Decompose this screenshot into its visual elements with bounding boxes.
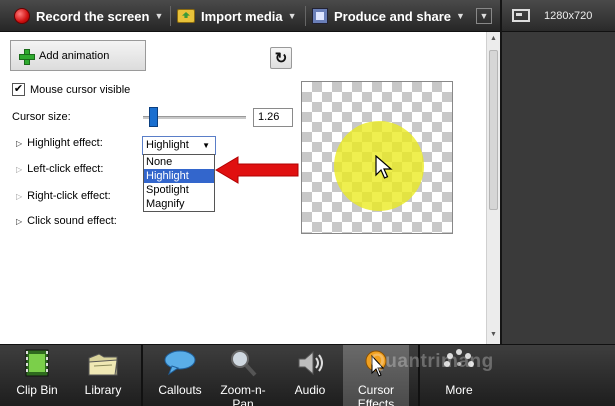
cursor-effects-panel: Add animation ↻ ✔ Mouse cursor visible C… <box>0 32 486 344</box>
magnifier-icon <box>231 350 257 377</box>
click-sound-effect-label: Click sound effect: <box>27 215 117 227</box>
chevron-down-icon: ▼ <box>287 11 297 21</box>
preview-side-panel: 1280x720 <box>500 0 615 344</box>
option-highlight[interactable]: Highlight <box>144 169 214 183</box>
film-icon <box>312 8 328 24</box>
zoom-label-line1: Zoom-n- <box>220 383 266 397</box>
tab-label: Callouts <box>158 383 202 397</box>
highlight-effect-dropdown[interactable]: Highlight ▼ <box>142 136 216 155</box>
scroll-down-icon[interactable]: ▼ <box>490 331 497 338</box>
produce-share-button[interactable]: Produce and share ▼ <box>312 0 465 32</box>
highlight-effect-options: None Highlight Spotlight Magnify <box>143 154 215 212</box>
mouse-cursor-visible-checkbox[interactable]: ✔ Mouse cursor visible <box>12 83 130 96</box>
import-media-button[interactable]: Import media ▼ <box>177 0 297 32</box>
bottom-tab-bar: Clip Bin Library Callouts Zoom-n- Pan Aud… <box>0 344 615 406</box>
zoom-label-line2: Pan <box>232 397 254 406</box>
option-none[interactable]: None <box>144 155 214 169</box>
tab-label: More <box>445 383 473 397</box>
vertical-scrollbar[interactable]: ▲ ▼ <box>486 32 500 344</box>
highlight-effect-row[interactable]: ▷ Highlight effect: <box>16 137 103 149</box>
green-plus-icon <box>19 48 35 65</box>
cursor-size-label: Cursor size: <box>12 111 71 123</box>
tab-library[interactable]: Library <box>72 345 134 406</box>
cursor-label-line1: Cursor <box>357 383 394 397</box>
expand-triangle-icon[interactable]: ▷ <box>16 192 22 201</box>
option-spotlight[interactable]: Spotlight <box>144 183 214 197</box>
toolbar-divider <box>170 6 171 26</box>
watermark-text: Quantrimang <box>370 351 494 372</box>
clip-bin-icon <box>25 349 49 377</box>
scrollbar-thumb[interactable] <box>489 50 498 210</box>
reset-arrow-icon: ↻ <box>274 50 288 67</box>
tab-label: Zoom-n- Pan <box>212 383 274 406</box>
tab-callouts[interactable]: Callouts <box>149 345 211 406</box>
speaker-icon <box>298 350 323 376</box>
resolution-label: 1280x720 <box>544 9 593 22</box>
screen-resolution-icon <box>512 9 530 22</box>
tab-label: Library <box>84 383 122 397</box>
toolbar-divider <box>305 6 306 26</box>
library-icon <box>88 353 118 376</box>
tab-label: Cursor Effects <box>343 383 409 406</box>
highlight-effect-value: Highlight <box>146 139 189 151</box>
red-pointer-arrow-icon <box>215 156 299 184</box>
cursor-preview-canvas <box>301 81 453 234</box>
left-click-effect-label: Left-click effect: <box>27 163 104 175</box>
cursor-size-slider-thumb[interactable] <box>149 107 158 127</box>
expand-triangle-icon[interactable]: ▷ <box>16 165 22 174</box>
right-click-effect-row[interactable]: ▷ Right-click effect: <box>16 190 111 202</box>
record-dot-icon <box>14 8 30 24</box>
expand-triangle-icon[interactable]: ▷ <box>16 217 22 226</box>
add-animation-button[interactable]: Add animation <box>10 40 146 71</box>
scroll-up-icon[interactable]: ▲ <box>490 35 497 42</box>
left-click-effect-row[interactable]: ▷ Left-click effect: <box>16 163 103 175</box>
tab-divider <box>141 345 143 406</box>
mouse-pointer-icon <box>375 155 393 179</box>
produce-share-label: Produce and share <box>334 8 452 24</box>
expand-triangle-icon[interactable]: ▷ <box>16 139 22 148</box>
resolution-bar[interactable]: 1280x720 <box>502 0 615 32</box>
top-toolbar: Record the screen ▼ Import media ▼ Produ… <box>0 0 500 32</box>
add-animation-label: Add animation <box>39 49 110 62</box>
cursor-size-slider-track[interactable] <box>143 116 246 119</box>
collapse-toolbar-icon[interactable]: ▼ <box>476 8 492 24</box>
checkbox-checked-icon[interactable]: ✔ <box>12 83 25 96</box>
import-folder-icon <box>177 9 195 23</box>
tab-clip-bin[interactable]: Clip Bin <box>6 345 68 406</box>
option-magnify[interactable]: Magnify <box>144 197 214 211</box>
record-screen-button[interactable]: Record the screen ▼ <box>14 0 163 32</box>
right-click-effect-label: Right-click effect: <box>27 190 111 202</box>
mouse-cursor-visible-label: Mouse cursor visible <box>30 83 131 96</box>
record-screen-label: Record the screen <box>36 8 150 24</box>
tab-zoom-n-pan[interactable]: Zoom-n- Pan <box>212 345 274 406</box>
callout-bubble-icon <box>164 350 196 376</box>
tab-label: Audio <box>294 383 326 397</box>
import-media-label: Import media <box>201 8 283 24</box>
cursor-size-input[interactable]: 1.26 <box>253 108 293 127</box>
chevron-down-icon: ▼ <box>202 141 210 150</box>
click-sound-effect-row[interactable]: ▷ Click sound effect: <box>16 215 117 227</box>
chevron-down-icon: ▼ <box>456 11 465 21</box>
tab-audio[interactable]: Audio <box>279 345 341 406</box>
reset-button[interactable]: ↻ <box>270 47 292 69</box>
chevron-down-icon: ▼ <box>154 11 164 21</box>
highlight-effect-label: Highlight effect: <box>27 137 103 149</box>
tab-label: Clip Bin <box>16 383 58 397</box>
cursor-label-line2: Effects <box>357 397 395 406</box>
